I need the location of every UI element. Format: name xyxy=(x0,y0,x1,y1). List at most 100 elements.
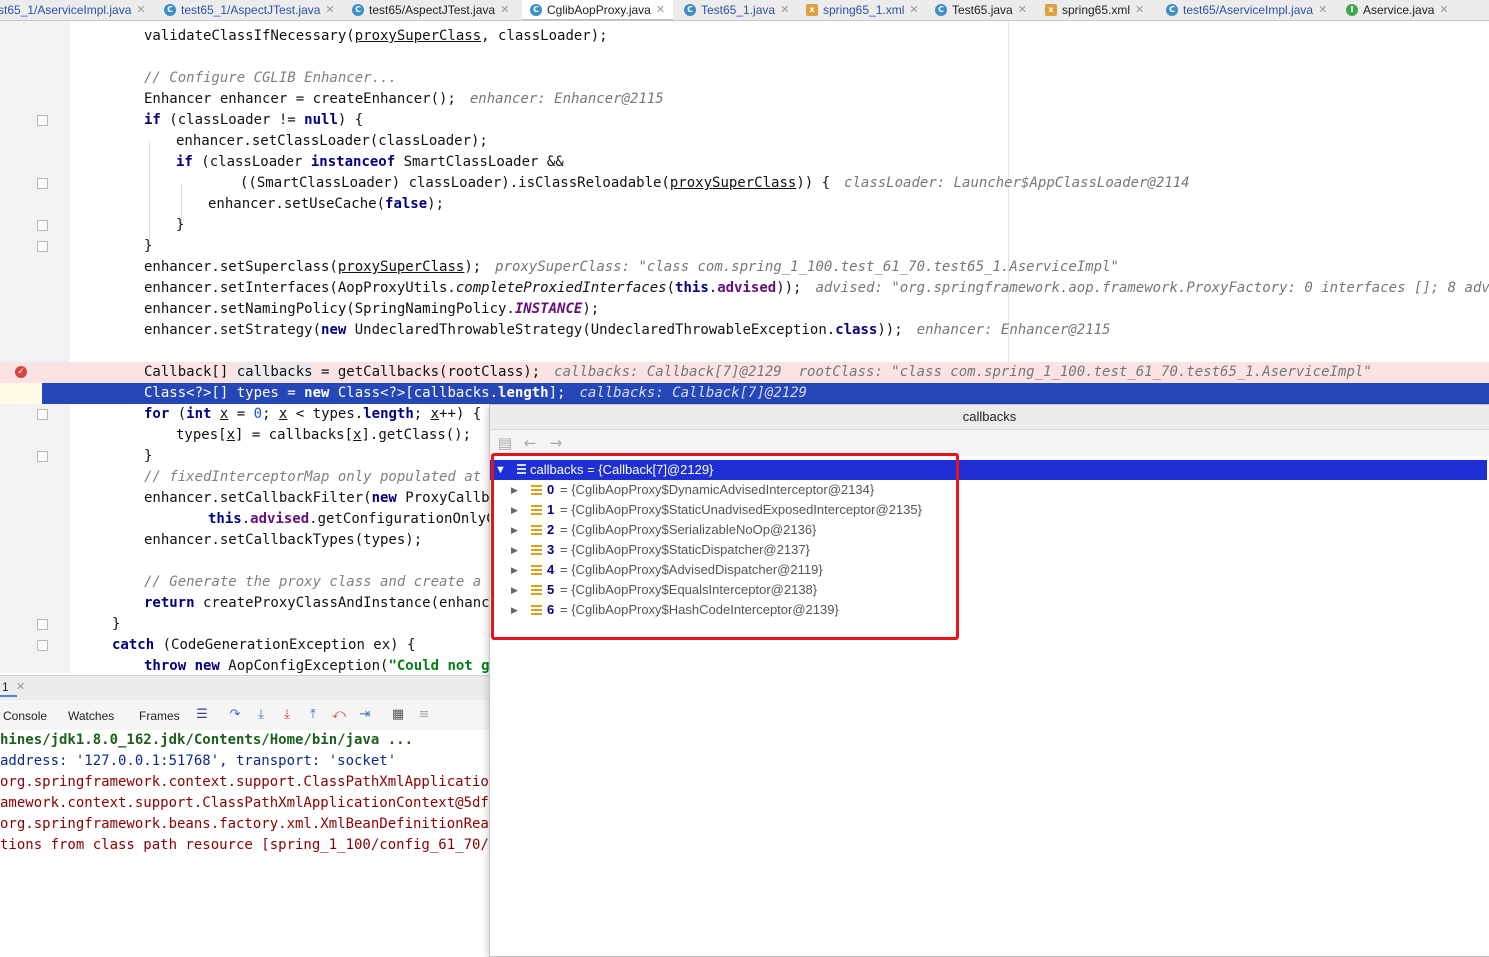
field-icon xyxy=(531,505,542,515)
close-tab-icon[interactable]: ✕ xyxy=(136,3,145,16)
show-execution-point-icon[interactable]: ☰ xyxy=(194,707,210,723)
test-class-icon: C xyxy=(935,4,947,16)
xml-file-icon: x xyxy=(1045,4,1057,16)
run-to-cursor-icon[interactable]: ⇥ xyxy=(357,707,373,723)
inline-debug-value: callbacks: Callback[7]@2129 rootClass: "… xyxy=(554,364,1372,380)
collapse-arrow-icon[interactable]: ▶ xyxy=(511,540,518,560)
class-icon: C xyxy=(1166,4,1178,16)
class-icon: C xyxy=(352,4,364,16)
execution-point-marker xyxy=(0,383,42,404)
field-icon xyxy=(531,585,542,595)
close-tab-icon[interactable]: ✕ xyxy=(1018,3,1027,16)
back-arrow-icon[interactable]: ← xyxy=(521,434,539,452)
step-out-icon[interactable]: ⤒ xyxy=(305,707,321,723)
close-tab-icon[interactable]: ✕ xyxy=(656,3,665,16)
popup-toolbar: ▤ ← → xyxy=(490,430,1489,456)
fold-icon[interactable] xyxy=(37,619,48,630)
collapse-arrow-icon[interactable]: ▶ xyxy=(511,560,518,580)
debug-session-tab[interactable]: 1 xyxy=(0,680,17,697)
evaluate-expression-icon[interactable]: ▦ xyxy=(390,707,406,723)
close-tab-icon[interactable]: ✕ xyxy=(1318,3,1327,16)
code-line: enhancer.setClassLoader(classLoader); xyxy=(0,131,1489,152)
tree-root-node[interactable]: ▼ callbacks = {Callback[7]@2129} xyxy=(490,460,1487,480)
fold-icon[interactable] xyxy=(37,451,48,462)
tab-frames[interactable]: Frames xyxy=(139,709,180,723)
tree-item[interactable]: ▶ 1 = {CglibAopProxy$StaticUnadvisedExpo… xyxy=(490,500,1487,520)
step-over-icon[interactable]: ↷ xyxy=(227,707,243,723)
close-tab-icon[interactable]: ✕ xyxy=(909,3,918,16)
variable-inspector-popup: callbacks ▤ ← → ▼ callbacks = {Callback[… xyxy=(489,404,1489,957)
close-tab-icon[interactable]: ✕ xyxy=(1439,3,1448,16)
close-tab-icon[interactable]: ✕ xyxy=(325,3,334,16)
tree-item[interactable]: ▶ 3 = {CglibAopProxy$StaticDispatcher@21… xyxy=(490,540,1487,560)
tab-aspectjtest-test65[interactable]: C test65/AspectJTest.java✕ xyxy=(352,0,509,19)
inline-debug-value: classLoader: Launcher$AppClassLoader@211… xyxy=(844,175,1190,191)
field-icon xyxy=(531,525,542,535)
step-into-icon[interactable]: ⤓ xyxy=(253,707,269,723)
folder-icon[interactable]: ▤ xyxy=(496,434,514,452)
tab-console[interactable]: Console xyxy=(3,709,47,723)
console-output[interactable]: hines/jdk1.8.0_162.jdk/Contents/Home/bin… xyxy=(0,730,490,955)
collapse-arrow-icon[interactable]: ▶ xyxy=(511,580,518,600)
expand-arrow-icon[interactable]: ▼ xyxy=(495,460,506,480)
field-icon xyxy=(531,485,542,495)
tab-spring65-1-xml[interactable]: x spring65_1.xml✕ xyxy=(806,0,919,19)
class-icon: C xyxy=(164,4,176,16)
close-session-icon[interactable]: ✕ xyxy=(16,680,25,693)
collapse-arrow-icon[interactable]: ▶ xyxy=(511,480,518,500)
class-icon: C xyxy=(530,4,542,16)
close-tab-icon[interactable]: ✕ xyxy=(500,3,509,16)
console-line: amework.context.support.ClassPathXmlAppl… xyxy=(0,793,490,814)
tab-aserviceimpl-test65[interactable]: C test65/AserviceImpl.java✕ xyxy=(1166,0,1327,19)
code-line: Enhancer enhancer = createEnhancer();enh… xyxy=(0,89,1489,110)
code-line: // Configure CGLIB Enhancer... xyxy=(0,68,1489,89)
fold-icon[interactable] xyxy=(37,220,48,231)
fold-icon[interactable] xyxy=(37,640,48,651)
tab-aserviceimpl-test65-1[interactable]: test65_1/AserviceImpl.java✕ xyxy=(0,0,146,19)
array-field-icon xyxy=(517,464,526,476)
inline-debug-value: enhancer: Enhancer@2115 xyxy=(470,91,664,107)
forward-arrow-icon[interactable]: → xyxy=(547,434,565,452)
force-step-into-icon[interactable]: ⤓ xyxy=(279,707,295,723)
tree-item[interactable]: ▶ 2 = {CglibAopProxy$SerializableNoOp@21… xyxy=(490,520,1487,540)
drop-frame-icon[interactable]: ⤺ xyxy=(331,707,347,723)
test-class-icon: C xyxy=(684,4,696,16)
tab-test65[interactable]: C Test65.java✕ xyxy=(935,0,1027,19)
close-tab-icon[interactable]: ✕ xyxy=(1135,3,1144,16)
code-line: } xyxy=(0,215,1489,236)
tree-item[interactable]: ▶ 6 = {CglibAopProxy$HashCodeInterceptor… xyxy=(490,600,1487,620)
collapse-arrow-icon[interactable]: ▶ xyxy=(511,600,518,620)
breakpoint-line: ✓Callback[] callbacks = getCallbacks(roo… xyxy=(0,362,1489,383)
collapse-arrow-icon[interactable]: ▶ xyxy=(511,500,518,520)
tab-spring65-xml[interactable]: x spring65.xml✕ xyxy=(1045,0,1144,19)
tab-cglibaopproxy[interactable]: C CglibAopProxy.java✕ xyxy=(522,0,673,21)
code-line: if (classLoader != null) { xyxy=(0,110,1489,131)
tree-item[interactable]: ▶ 5 = {CglibAopProxy$EqualsInterceptor@2… xyxy=(490,580,1487,600)
trace-icon[interactable]: ≡ xyxy=(416,707,432,723)
fold-icon[interactable] xyxy=(37,178,48,189)
code-line: } xyxy=(0,236,1489,257)
code-line: enhancer.setStrategy(new UndeclaredThrow… xyxy=(0,320,1489,341)
code-line: enhancer.setInterfaces(AopProxyUtils.com… xyxy=(0,278,1489,299)
tab-aspectjtest-test65-1[interactable]: C test65_1/AspectJTest.java✕ xyxy=(164,0,335,19)
breakpoint-icon[interactable]: ✓ xyxy=(15,366,27,378)
collapse-arrow-icon[interactable]: ▶ xyxy=(511,520,518,540)
current-execution-line: Class<?>[] types = new Class<?>[callback… xyxy=(0,383,1489,404)
fold-icon[interactable] xyxy=(37,409,48,420)
code-line: if (classLoader instanceof SmartClassLoa… xyxy=(0,152,1489,173)
code-line: enhancer.setSuperclass(proxySuperClass);… xyxy=(0,257,1489,278)
tree-item[interactable]: ▶ 4 = {CglibAopProxy$AdvisedDispatcher@2… xyxy=(490,560,1487,580)
inline-debug-value: proxySuperClass: "class com.spring_1_100… xyxy=(495,259,1119,275)
console-line: org.springframework.beans.factory.xml.Xm… xyxy=(0,814,490,835)
tree-item[interactable]: ▶ 0 = {CglibAopProxy$DynamicAdvisedInter… xyxy=(490,480,1487,500)
fold-icon[interactable] xyxy=(37,241,48,252)
console-line: tions from class path resource [spring_1… xyxy=(0,835,490,856)
tab-watches[interactable]: Watches xyxy=(68,709,114,723)
tab-aservice[interactable]: I Aservice.java✕ xyxy=(1346,0,1449,19)
fold-icon[interactable] xyxy=(37,115,48,126)
tab-test65-1[interactable]: C Test65_1.java✕ xyxy=(684,0,789,19)
debug-toolbar: Console Watches Frames ☰ ↷ ⤓ ⤓ ⤒ ⤺ ⇥ ▦ ≡ xyxy=(0,700,490,731)
editor-tab-bar: test65_1/AserviceImpl.java✕ C test65_1/A… xyxy=(0,0,1489,21)
inline-debug-value: callbacks: Callback[7]@2129 xyxy=(579,385,807,401)
close-tab-icon[interactable]: ✕ xyxy=(780,3,789,16)
